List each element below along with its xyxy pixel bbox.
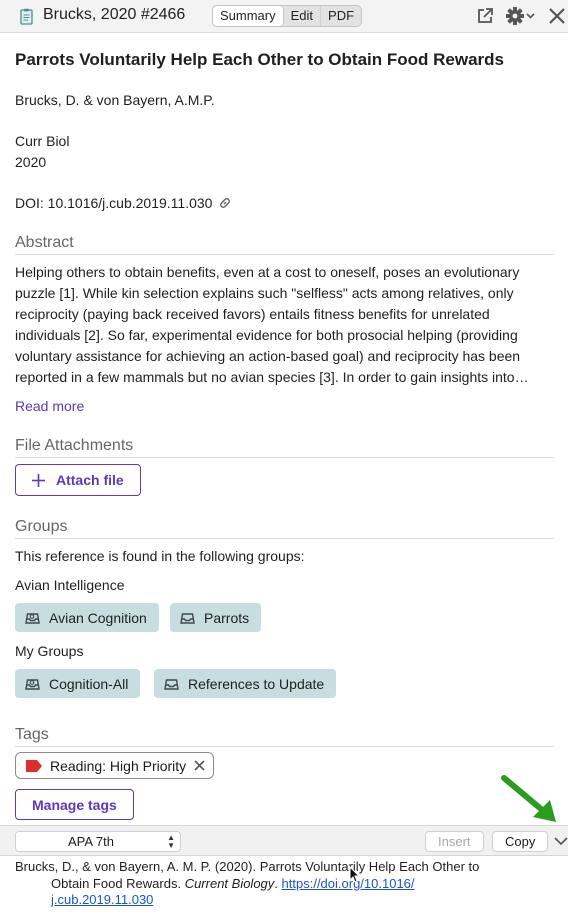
manage-tags-button[interactable]: Manage tags	[15, 789, 134, 820]
smart-group-icon	[25, 678, 40, 690]
journal: Curr Biol	[15, 133, 70, 149]
reference-label: Brucks, 2020 #2466	[43, 6, 186, 23]
tag-label: Reading: High Priority	[50, 757, 187, 774]
smart-group-icon	[25, 612, 40, 624]
abstract-line: voluntary assistance for achieving an ac…	[15, 348, 521, 364]
group-chip[interactable]: Cognition-All	[15, 669, 141, 698]
citation-title-part: Obtain Food Rewards.	[51, 875, 185, 891]
manage-tags-label: Manage tags	[32, 796, 117, 813]
group-chip-label: References to Update	[188, 675, 325, 692]
citation-continuation: Obtain Food Rewards. Current Biology. ht…	[15, 876, 555, 909]
year: 2020	[15, 154, 47, 170]
citation-line: Brucks, D., & von Bayern, A. M. P. (2020…	[15, 859, 480, 874]
citation-toolbar: APA 7th ▲ ▼ Insert Copy	[0, 825, 568, 856]
reference-title: Parrots Voluntarily Help Each Other to O…	[15, 50, 504, 69]
tag-icon	[26, 759, 42, 772]
citation-separator: .	[274, 875, 282, 891]
abstract-line: reported in a few mammals but no avian s…	[15, 369, 529, 385]
link-icon[interactable]	[218, 196, 232, 210]
read-more-link[interactable]: Read more	[15, 398, 84, 414]
group-set-name: My Groups	[15, 643, 84, 659]
cursor-icon	[349, 866, 360, 883]
doi-row: DOI: 10.1016/j.cub.2019.11.030	[15, 195, 232, 211]
citation-preview: Brucks, D., & von Bayern, A. M. P. (2020…	[15, 859, 555, 909]
tab-summary[interactable]: Summary	[213, 6, 284, 26]
group-chip[interactable]: References to Update	[154, 669, 337, 698]
authors: Brucks, D. & von Bayern, A.M.P.	[15, 92, 215, 108]
group-set-name: Avian Intelligence	[15, 577, 125, 593]
group-chip-label: Avian Cognition	[49, 609, 147, 626]
annotation-arrow-icon	[501, 775, 556, 822]
group-chip[interactable]: Avian Cognition	[15, 603, 159, 632]
close-icon[interactable]	[548, 7, 566, 25]
tab-pdf[interactable]: PDF	[320, 6, 361, 26]
abstract-line: Helping others to obtain benefits, even …	[15, 264, 520, 280]
doi: DOI: 10.1016/j.cub.2019.11.030	[15, 195, 213, 211]
abstract-line: reciprocity (paying back received favors…	[15, 306, 490, 322]
plus-icon	[32, 473, 45, 487]
select-arrows-icon: ▲ ▼	[167, 833, 175, 850]
tab-edit[interactable]: Edit	[284, 6, 320, 26]
group-chip[interactable]: Parrots	[170, 603, 262, 632]
tags-heading: Tags	[15, 726, 554, 747]
attach-file-label: Attach file	[56, 472, 124, 488]
group-icon	[164, 678, 179, 690]
abstract-line: puzzle [1]. While kin selection explains…	[15, 285, 514, 301]
remove-tag-icon[interactable]	[194, 760, 205, 771]
citation-style-select[interactable]: APA 7th ▲ ▼	[15, 831, 181, 852]
view-tabs: Summary Edit PDF	[212, 5, 363, 27]
chevron-down-icon[interactable]	[554, 836, 568, 846]
tag-chip[interactable]: Reading: High Priority	[15, 752, 215, 779]
group-chip-label: Parrots	[204, 609, 250, 626]
group-chip-label: Cognition-All	[49, 675, 129, 692]
citation-style-value: APA 7th	[67, 834, 114, 849]
abstract-heading: Abstract	[15, 234, 554, 255]
group-icon	[180, 612, 195, 624]
attachments-heading: File Attachments	[15, 437, 554, 458]
groups-heading: Groups	[15, 518, 554, 539]
doi-link-continued[interactable]: j.cub.2019.11.030	[51, 892, 153, 907]
citation-journal: Current Biology	[184, 875, 275, 891]
copy-button[interactable]: Copy	[492, 831, 549, 852]
title-bar: Brucks, 2020 #2466 Summary Edit PDF	[0, 0, 568, 33]
open-external-icon[interactable]	[476, 7, 494, 25]
attach-file-button[interactable]: Attach file	[15, 464, 141, 496]
abstract-text: Helping others to obtain benefits, even …	[15, 262, 552, 386]
insert-button[interactable]: Insert	[425, 831, 484, 852]
groups-intro: This reference is found in the following…	[15, 548, 305, 564]
gear-icon[interactable]	[506, 7, 536, 25]
abstract-line: individuals [2]. So far, experimental ev…	[15, 327, 518, 343]
document-icon	[20, 8, 33, 25]
